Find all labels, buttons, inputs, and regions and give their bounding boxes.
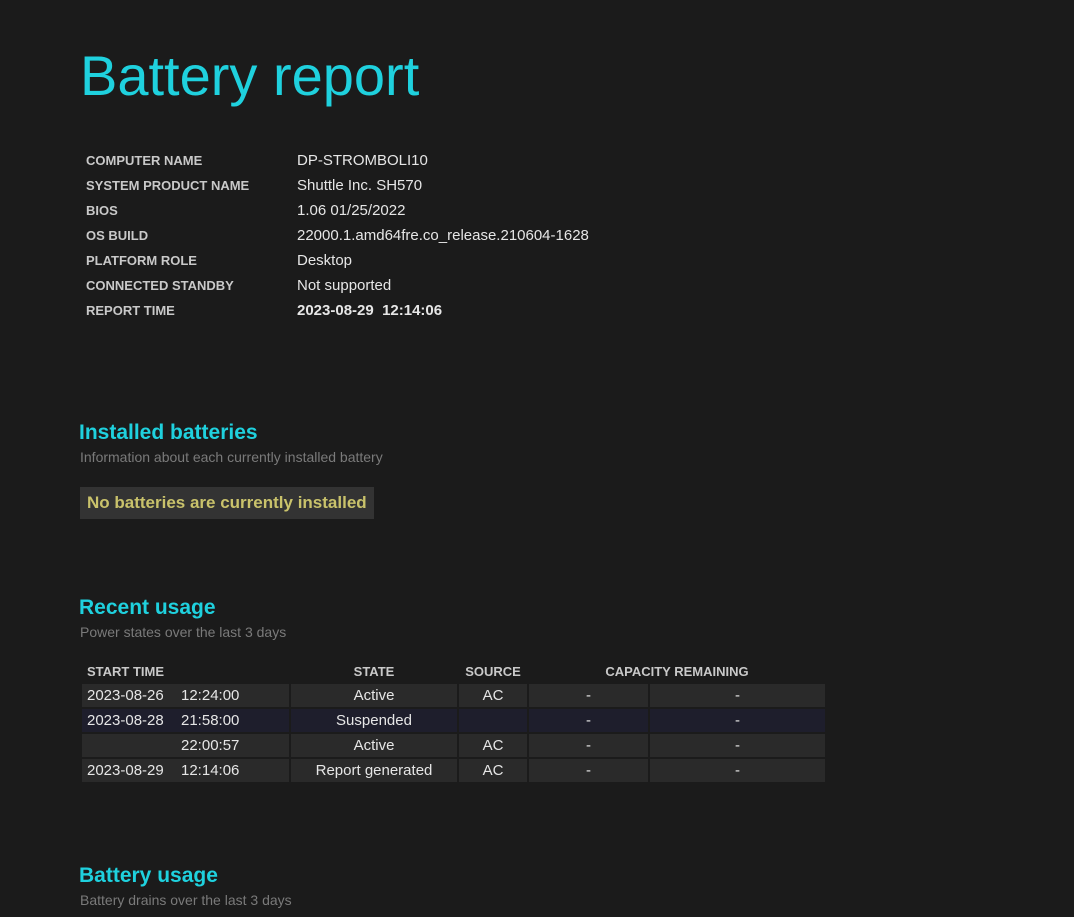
info-label: PLATFORM ROLE xyxy=(86,253,197,268)
info-label: COMPUTER NAME xyxy=(86,153,203,168)
start-time-cell: 2023-08-29 12:14:06 xyxy=(82,759,289,782)
column-header-start-time: START TIME xyxy=(87,663,165,679)
info-value: DP-STROMBOLI10 xyxy=(297,152,428,169)
start-time-cell: 2023-08-26 12:24:00 xyxy=(82,684,289,707)
info-row-os-build: OS BUILD 22000.1.amd64fre.co_release.210… xyxy=(82,223,589,248)
capacity-percent-cell: - xyxy=(529,759,648,782)
info-value: Not supported xyxy=(297,277,392,294)
start-date: 2023-08-29 xyxy=(87,762,164,779)
capacity-percent-cell: - xyxy=(529,709,648,732)
column-header-capacity-remaining: CAPACITY REMAINING xyxy=(605,663,749,679)
start-time-cell: 2023-08-28 21:58:00 xyxy=(82,709,289,732)
capacity-mwh-cell: - xyxy=(650,759,825,782)
column-header-source: SOURCE xyxy=(465,663,521,679)
source-cell: AC xyxy=(459,759,527,782)
info-row-connected-standby: CONNECTED STANDBY Not supported xyxy=(82,273,589,298)
info-value: 1.06 01/25/2022 xyxy=(297,202,406,219)
capacity-mwh-cell: - xyxy=(650,709,825,732)
capacity-percent-cell: - xyxy=(529,684,648,707)
page-title: Battery report xyxy=(80,44,420,107)
state-cell: Active xyxy=(291,684,457,707)
installed-batteries-heading: Installed batteries xyxy=(79,421,258,444)
source-cell: AC xyxy=(459,684,527,707)
info-row-bios: BIOS 1.06 01/25/2022 xyxy=(82,198,589,223)
column-header-state: STATE xyxy=(353,663,395,679)
start-time: 22:00:57 xyxy=(181,737,240,754)
capacity-mwh-cell: - xyxy=(650,684,825,707)
table-row: 22:00:57 Active AC - - xyxy=(82,734,825,757)
start-date: 2023-08-28 xyxy=(87,712,164,729)
start-date: 2023-08-26 xyxy=(87,687,164,704)
info-label: CONNECTED STANDBY xyxy=(86,278,234,293)
table-row: 2023-08-29 12:14:06 Report generated AC -… xyxy=(82,759,825,782)
table-row: 2023-08-28 21:58:00 Suspended - - xyxy=(82,709,825,732)
info-value: Shuttle Inc. SH570 xyxy=(297,177,423,194)
start-time-cell: 22:00:57 xyxy=(82,734,289,757)
source-cell: AC xyxy=(459,734,527,757)
capacity-mwh-cell: - xyxy=(650,734,825,757)
info-value: 22000.1.amd64fre.co_release.210604-1628 xyxy=(297,227,589,244)
start-time: 12:24:00 xyxy=(181,687,240,704)
info-row-platform-role: PLATFORM ROLE Desktop xyxy=(82,248,589,273)
no-batteries-message: No batteries are currently installed xyxy=(80,487,374,519)
info-row-report-time: REPORT TIME 2023-08-29 12:14:06 xyxy=(82,298,589,323)
info-label: SYSTEM PRODUCT NAME xyxy=(86,178,250,193)
battery-report-page: Battery report COMPUTER NAME DP-STROMBOL… xyxy=(0,0,1074,917)
info-label: BIOS xyxy=(86,203,118,218)
installed-batteries-subtitle: Information about each currently install… xyxy=(80,449,383,465)
table-row: 2023-08-26 12:24:00 Active AC - - xyxy=(82,684,825,707)
state-cell: Report generated xyxy=(291,759,457,782)
info-row-computer-name: COMPUTER NAME DP-STROMBOLI10 xyxy=(82,148,589,173)
state-cell: Active xyxy=(291,734,457,757)
table-header-row: START TIME STATE SOURCE CAPACITY REMAINI… xyxy=(82,660,825,682)
start-time: 21:58:00 xyxy=(181,712,240,729)
recent-usage-heading: Recent usage xyxy=(79,596,216,619)
recent-usage-subtitle: Power states over the last 3 days xyxy=(80,624,287,640)
info-value: Desktop xyxy=(297,252,353,269)
battery-usage-subtitle: Battery drains over the last 3 days xyxy=(80,892,292,908)
info-label: REPORT TIME xyxy=(86,303,175,318)
system-info-table: COMPUTER NAME DP-STROMBOLI10 SYSTEM PROD… xyxy=(82,148,589,323)
info-value: 2023-08-29 12:14:06 xyxy=(297,302,443,319)
source-cell xyxy=(459,709,527,732)
battery-usage-heading: Battery usage xyxy=(79,864,218,887)
info-label: OS BUILD xyxy=(86,228,149,243)
recent-usage-table: START TIME STATE SOURCE CAPACITY REMAINI… xyxy=(80,658,827,784)
state-cell: Suspended xyxy=(291,709,457,732)
info-row-system-product-name: SYSTEM PRODUCT NAME Shuttle Inc. SH570 xyxy=(82,173,589,198)
start-time: 12:14:06 xyxy=(181,762,240,779)
capacity-percent-cell: - xyxy=(529,734,648,757)
